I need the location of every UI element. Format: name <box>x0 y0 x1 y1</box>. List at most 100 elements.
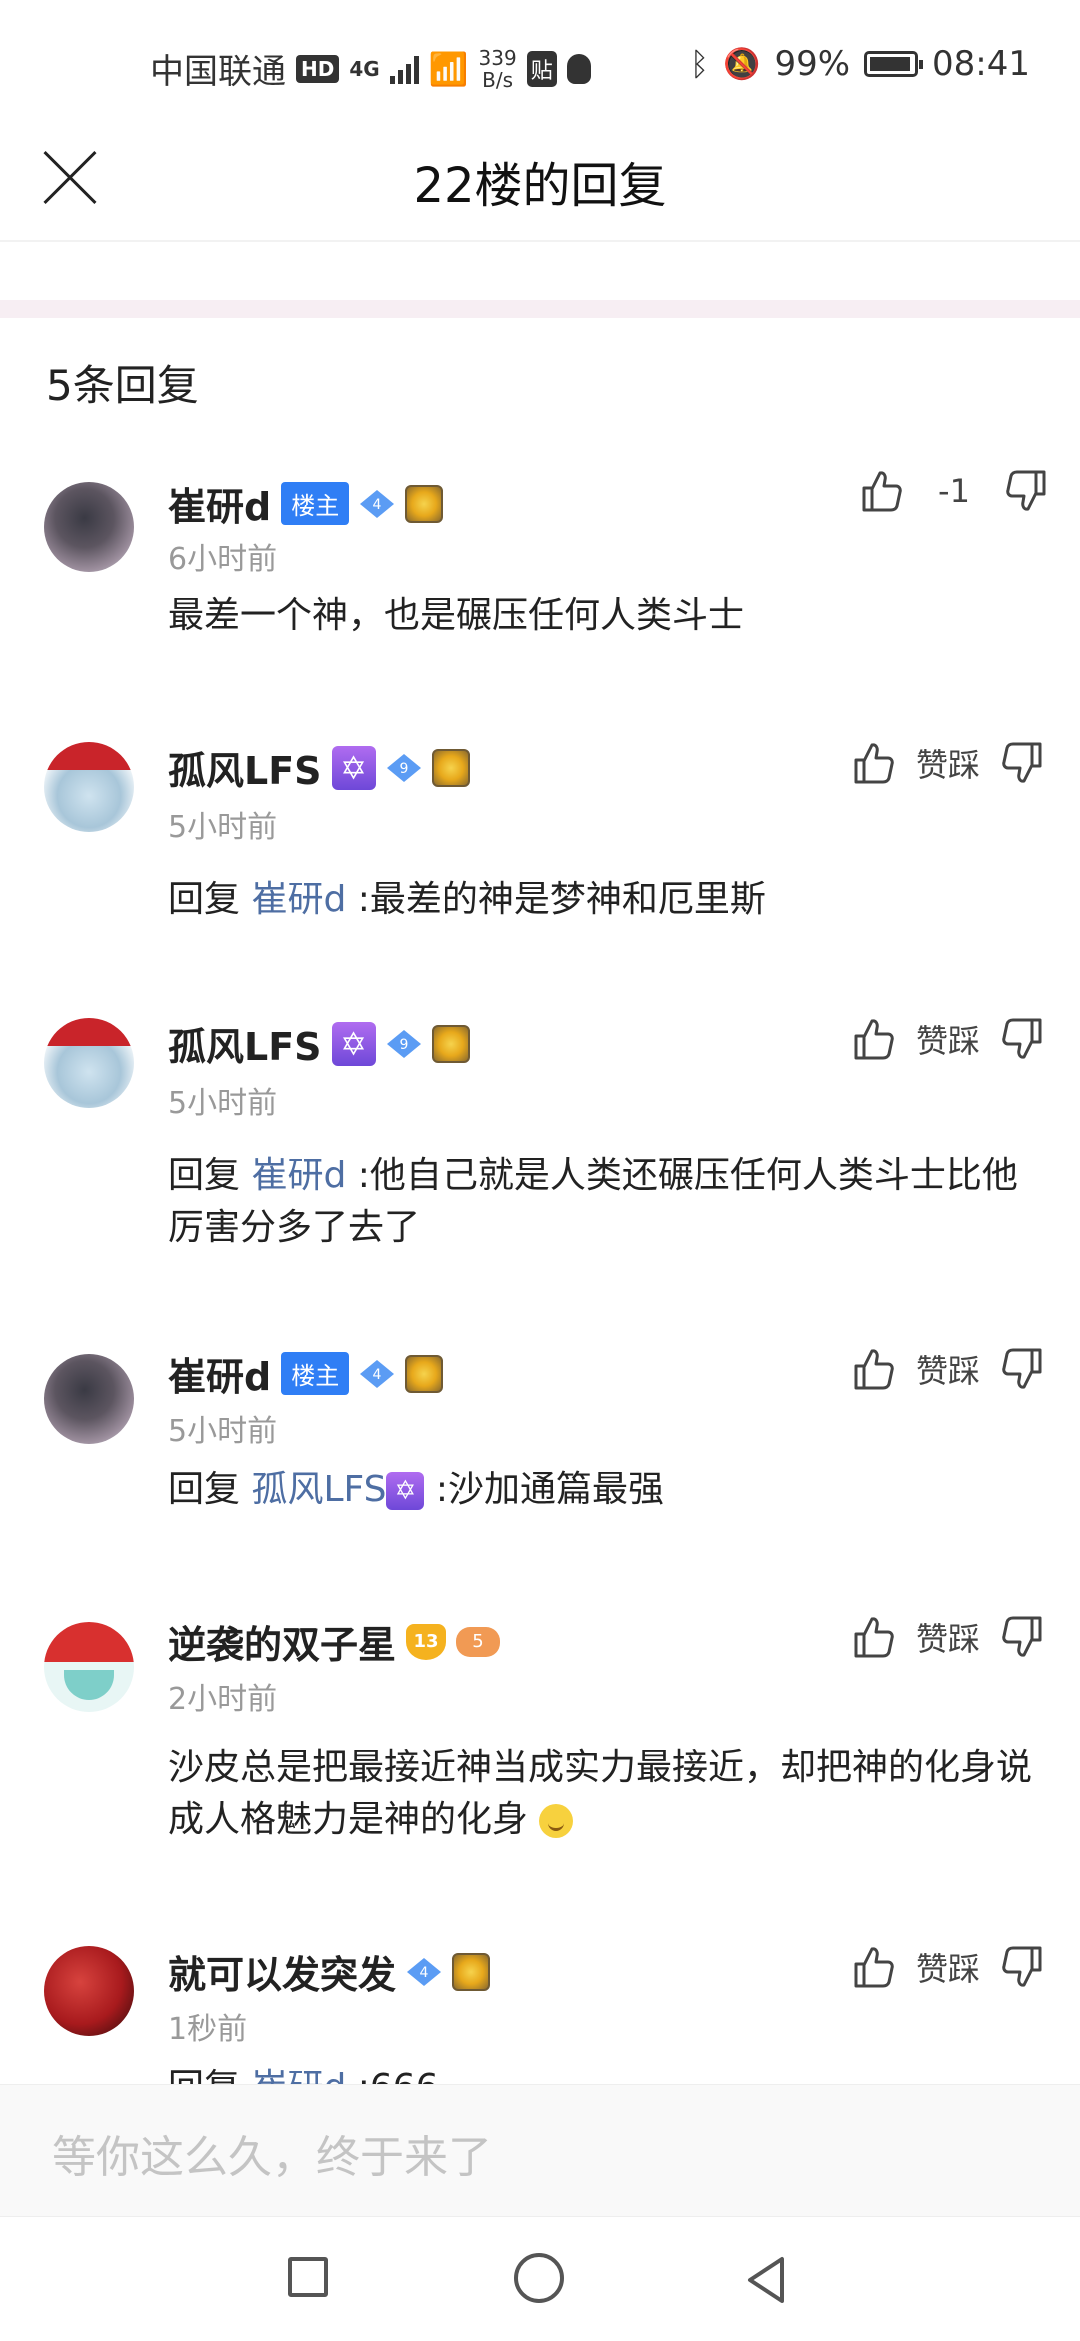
medal-icon <box>431 748 470 787</box>
avatar[interactable] <box>44 1622 134 1712</box>
level-number: 9 <box>399 761 408 777</box>
like-dislike-label[interactable]: 赞踩 <box>916 1016 980 1062</box>
thumbs-down-icon[interactable] <box>1000 1614 1046 1660</box>
thumbs-down-icon[interactable] <box>1000 1346 1046 1392</box>
like-dislike-label[interactable]: 赞踩 <box>916 1944 980 1990</box>
battery-percent: 99% <box>774 44 851 84</box>
thumbs-up-icon[interactable] <box>850 1016 896 1062</box>
speed-unit: B/s <box>482 67 514 92</box>
user-info: 孤风LFS ✡ 9 <box>168 1016 470 1071</box>
mention-link[interactable]: 崔研d <box>251 879 346 920</box>
username[interactable]: 崔研d <box>168 1346 271 1401</box>
username[interactable]: 就可以发突发 <box>168 1944 396 1999</box>
reply-prefix: 回复 <box>168 879 252 920</box>
level-diamond-icon: 9 <box>386 1029 422 1059</box>
thumbs-up-icon[interactable] <box>858 468 904 514</box>
back-icon[interactable] <box>740 2253 794 2307</box>
status-bar: 中国联通 HD 4G 📶 339 B/s 贴 ᛒ 🔕 99% 08:41 <box>0 0 1080 130</box>
hd-icon: HD <box>296 54 340 83</box>
mute-bell-icon: 🔕 <box>723 46 761 82</box>
reply-input-bar[interactable]: 等你这么久，终于来了 <box>0 2084 1080 2217</box>
owner-badge: 楼主 <box>281 1352 350 1395</box>
level-shield-icon: 13 <box>406 1623 447 1660</box>
status-right: ᛒ 🔕 99% 08:41 <box>690 44 1030 84</box>
user-info: 逆袭的双子星 13 5 <box>168 1614 501 1669</box>
username[interactable]: 孤风LFS <box>168 740 322 795</box>
medal-icon <box>405 484 444 523</box>
level-diamond-icon: 9 <box>386 753 422 783</box>
qq-icon <box>566 53 591 84</box>
reply-text: :沙加通篇最强 <box>424 1469 665 1510</box>
reply-input-placeholder[interactable]: 等你这么久，终于来了 <box>52 2121 492 2185</box>
recent-apps-icon[interactable] <box>284 2253 338 2307</box>
thumbs-up-icon[interactable] <box>850 1944 896 1990</box>
like-dislike-label[interactable]: 赞踩 <box>916 740 980 786</box>
reply-content: 回复 崔研d :他自己就是人类还碾压任何人类斗士比他厉害分多了去了 <box>168 1150 1040 1254</box>
vote-actions: 赞踩 <box>850 740 1046 786</box>
gamepad-icon: 5 <box>456 1626 501 1657</box>
vote-actions: 赞踩 <box>850 1346 1046 1392</box>
reply-prefix: 回复 <box>168 1155 252 1196</box>
network-speed: 339 B/s <box>479 47 517 91</box>
thumbs-down-icon[interactable] <box>1000 1016 1046 1062</box>
avatar[interactable] <box>44 482 134 572</box>
thumbs-up-icon[interactable] <box>850 1346 896 1392</box>
level-diamond-icon: 4 <box>406 1957 442 1987</box>
avatar[interactable] <box>44 1946 134 2036</box>
vote-actions: 赞踩 <box>850 1016 1046 1062</box>
tieba-icon: 贴 <box>526 50 557 87</box>
carrier-label: 中国联通 <box>150 52 286 92</box>
like-dislike-label[interactable]: 赞踩 <box>916 1346 980 1392</box>
home-icon[interactable] <box>514 2253 568 2307</box>
vote-score: -1 <box>938 472 970 510</box>
smile-emoji-icon <box>539 1804 574 1838</box>
reply-prefix: 回复 <box>168 1469 252 1510</box>
username[interactable]: 逆袭的双子星 <box>168 1614 396 1669</box>
avatar[interactable] <box>44 1354 134 1444</box>
status-left: 中国联通 HD 4G 📶 339 B/s 贴 <box>150 44 591 93</box>
medal-icon <box>452 1952 491 1991</box>
post-time: 2小时前 <box>168 1682 278 1717</box>
level-diamond-icon: 4 <box>359 1359 395 1389</box>
section-divider <box>0 300 1080 318</box>
thumbs-up-icon[interactable] <box>850 1614 896 1660</box>
page-title: 22楼的回复 <box>413 158 667 214</box>
post-time: 5小时前 <box>168 810 278 845</box>
thumbs-up-icon[interactable] <box>850 740 896 786</box>
medal-icon <box>431 1024 470 1063</box>
thumbs-down-icon[interactable] <box>1000 1944 1046 1990</box>
reply-content: 回复 崔研d :最差的神是梦神和厄里斯 <box>168 874 1040 926</box>
reply-text: 最差一个神，也是碾压任何人类斗士 <box>168 595 745 636</box>
post-time: 5小时前 <box>168 1086 278 1121</box>
vote-actions: 赞踩 <box>850 1614 1046 1660</box>
star-of-david-icon: ✡ <box>331 745 376 790</box>
user-info: 崔研d 楼主 4 <box>168 476 444 531</box>
avatar[interactable] <box>44 1018 134 1108</box>
thumbs-down-icon[interactable] <box>1004 468 1050 514</box>
post-time: 5小时前 <box>168 1414 278 1449</box>
vote-actions: 赞踩 <box>850 1944 1046 1990</box>
thumbs-down-icon[interactable] <box>1000 740 1046 786</box>
reply-count: 5条回复 <box>46 361 199 410</box>
user-info: 就可以发突发 4 <box>168 1944 491 1999</box>
owner-badge: 楼主 <box>281 482 350 525</box>
level-number: 4 <box>373 1367 382 1383</box>
reply-content: 最差一个神，也是碾压任何人类斗士 <box>168 590 1040 642</box>
mention-link[interactable]: 崔研d <box>251 1155 346 1196</box>
like-dislike-label[interactable]: 赞踩 <box>916 1614 980 1660</box>
bluetooth-icon: ᛒ <box>689 45 710 83</box>
signal-icon <box>389 54 419 84</box>
user-info: 孤风LFS ✡ 9 <box>168 740 470 795</box>
username[interactable]: 孤风LFS <box>168 1016 322 1071</box>
level-number: 9 <box>399 1037 408 1053</box>
reply-text: 沙皮总是把最接近神当成实力最接近，却把神的化身说成人格魅力是神的化身 <box>168 1747 1033 1840</box>
network-type: 4G <box>349 56 380 81</box>
speed-value: 339 <box>478 45 517 70</box>
battery-icon <box>864 51 924 77</box>
mention-link[interactable]: 孤风LFS <box>251 1469 386 1510</box>
avatar[interactable] <box>44 742 134 832</box>
level-number: 4 <box>373 497 382 513</box>
username[interactable]: 崔研d <box>168 476 271 531</box>
vote-actions: -1 <box>858 468 1050 514</box>
reply-text: :最差的神是梦神和厄里斯 <box>346 879 766 920</box>
